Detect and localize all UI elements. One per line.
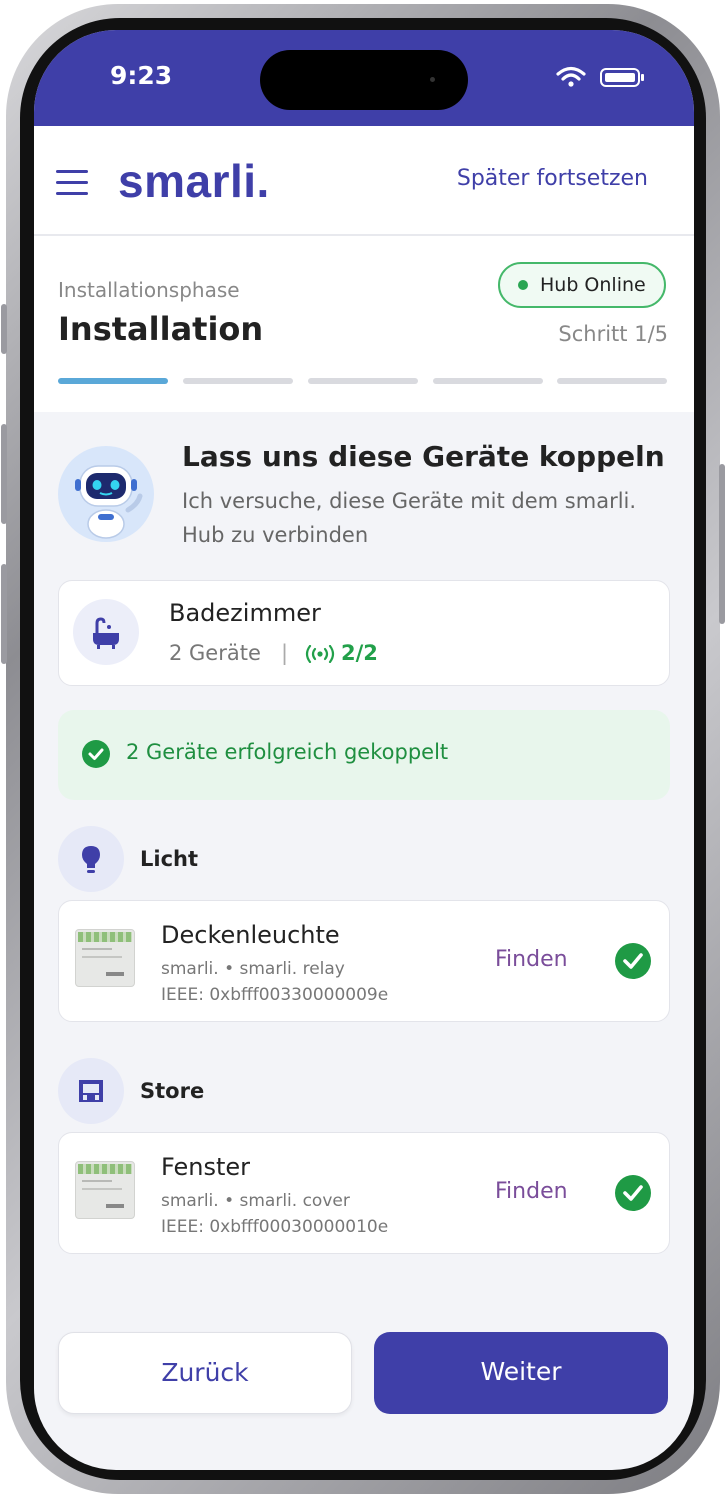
app-logo: smarli. <box>118 155 270 207</box>
bathtub-icon <box>73 599 139 665</box>
page-title: Installation <box>58 310 264 348</box>
mute-switch <box>1 304 7 354</box>
success-text: 2 Geräte erfolgreich gekoppelt <box>126 740 449 764</box>
online-dot-icon <box>518 280 528 290</box>
find-device-button[interactable]: Finden <box>495 1179 568 1204</box>
progress-segment-4 <box>433 378 543 384</box>
progress-segment-3 <box>308 378 418 384</box>
category-label-licht: Licht <box>140 847 199 871</box>
device-name: Fenster <box>161 1153 251 1181</box>
device-ieee: IEEE: 0xbfff00330000009e <box>161 985 389 1005</box>
status-bar: 9:23 <box>34 30 694 126</box>
phase-label: Installationsphase <box>58 278 240 302</box>
device-thumbnail <box>75 1161 135 1219</box>
device-card-deckenleuchte[interactable]: Deckenleuchte smarli. • smarli. relay IE… <box>58 900 670 1022</box>
hub-status-text: Hub Online <box>540 274 646 296</box>
dynamic-island <box>260 50 468 110</box>
battery-icon <box>600 68 640 87</box>
device-thumbnail <box>75 929 135 987</box>
volume-down-button <box>1 564 7 664</box>
device-model: smarli. • smarli. relay <box>161 959 345 979</box>
progress-segment-5 <box>557 378 667 384</box>
blinds-icon <box>58 1058 124 1124</box>
room-separator: | <box>281 641 289 665</box>
signal-icon <box>305 645 335 663</box>
device-name: Deckenleuchte <box>161 921 340 949</box>
room-paired-count: 2/2 <box>341 641 378 665</box>
room-name: Badezimmer <box>169 599 321 627</box>
room-card[interactable]: Badezimmer 2 Geräte | 2/2 <box>58 580 670 686</box>
continue-later-link[interactable]: Später fortsetzen <box>457 166 648 191</box>
progress-segment-1 <box>58 378 168 384</box>
next-button[interactable]: Weiter <box>374 1332 668 1414</box>
volume-up-button <box>1 424 7 524</box>
back-button[interactable]: Zurück <box>58 1332 352 1414</box>
power-button <box>719 464 725 624</box>
wifi-icon <box>556 66 586 87</box>
success-banner: 2 Geräte erfolgreich gekoppelt <box>58 710 670 800</box>
step-counter: Schritt 1/5 <box>558 322 668 346</box>
app-header: smarli. Später fortsetzen <box>34 126 694 236</box>
status-time: 9:23 <box>110 61 173 90</box>
intro-subtitle: Ich versuche, diese Geräte mit dem smarl… <box>182 489 637 547</box>
paired-check-icon <box>615 1175 651 1211</box>
device-model: smarli. • smarli. cover <box>161 1191 350 1211</box>
intro-title: Lass uns diese Geräte koppeln <box>182 440 665 473</box>
device-card-fenster[interactable]: Fenster smarli. • smarli. cover IEEE: 0x… <box>58 1132 670 1254</box>
phase-panel: Installationsphase Installation Hub Onli… <box>34 236 694 412</box>
battery-tip <box>641 74 644 81</box>
menu-icon[interactable] <box>56 170 88 196</box>
app-screen: 9:23 smarli. Später fortsetzen Installat… <box>34 30 694 1470</box>
paired-check-icon <box>615 943 651 979</box>
robot-avatar-icon <box>58 446 154 542</box>
room-device-count: 2 Geräte <box>169 641 261 665</box>
device-ieee: IEEE: 0xbfff00030000010e <box>161 1217 389 1237</box>
lightbulb-icon <box>58 826 124 892</box>
find-device-button[interactable]: Finden <box>495 947 568 972</box>
check-circle-icon <box>82 740 110 768</box>
category-label-store: Store <box>140 1079 205 1103</box>
progress-segment-2 <box>183 378 293 384</box>
hub-status-badge: Hub Online <box>498 262 666 308</box>
